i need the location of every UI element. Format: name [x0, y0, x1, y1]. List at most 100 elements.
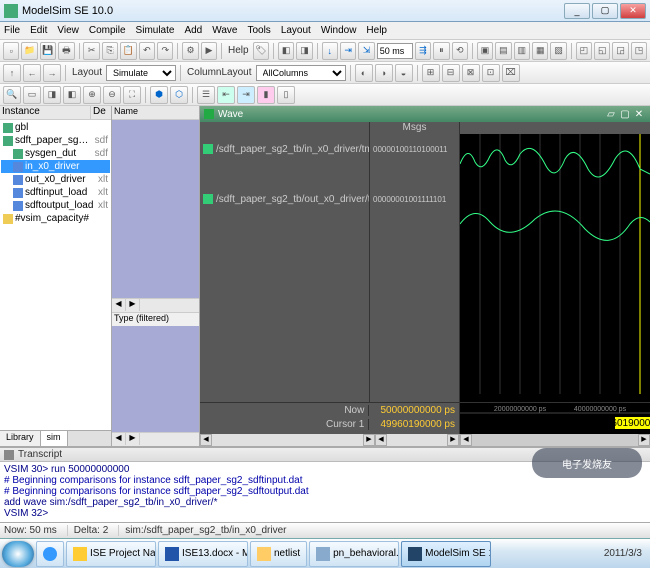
redo-button[interactable]: ↷ [157, 42, 173, 60]
wave-col-name[interactable] [200, 122, 370, 134]
menu-simulate[interactable]: Simulate [136, 25, 175, 36]
system-tray[interactable]: 2011/3/3 [598, 548, 648, 559]
run-time-input[interactable] [377, 43, 413, 59]
taskbar-item[interactable]: ISE13.docx - Mi... [158, 541, 248, 567]
type-scroll-left[interactable]: ◀ [112, 433, 126, 445]
signal-row[interactable]: /sdft_paper_sg2_tb/out_x0_driver/tmp_o [200, 184, 369, 214]
cut-button[interactable]: ✂ [83, 42, 99, 60]
menu-layout[interactable]: Layout [281, 25, 311, 36]
tab-sim[interactable]: sim [41, 431, 68, 446]
tb2-f[interactable]: ⊠ [462, 64, 480, 82]
up-button[interactable]: ↑ [3, 64, 21, 82]
paste-button[interactable]: 📋 [120, 42, 136, 60]
taskbar-item[interactable]: pn_behavioral.d... [309, 541, 399, 567]
menu-tools[interactable]: Tools [247, 25, 270, 36]
tb3-b[interactable]: ◨ [43, 86, 61, 104]
signal-row[interactable]: /sdft_paper_sg2_tb/in_x0_driver/tmp_o [200, 134, 369, 164]
find-button[interactable]: 🔍 [3, 86, 21, 104]
tree-item[interactable]: sdftoutput_loadxlt [1, 199, 110, 212]
close-button[interactable]: ✕ [620, 3, 646, 19]
zoom-out-button[interactable]: ⊖ [103, 86, 121, 104]
new-button[interactable]: ▫ [3, 42, 19, 60]
transcript-body[interactable]: VSIM 30> run 50000000000 # Beginning com… [0, 462, 650, 522]
taskbar-item[interactable]: ISE Project Nav... [66, 541, 156, 567]
type-scroll-right[interactable]: ▶ [126, 433, 140, 445]
open-button[interactable]: 📁 [21, 42, 37, 60]
plot-scrollbar[interactable] [472, 434, 638, 446]
columnlayout-select[interactable]: AllColumns [256, 65, 346, 81]
tb2-d[interactable]: ⊞ [422, 64, 440, 82]
layout-select[interactable]: Simulate [106, 65, 176, 81]
tb2-a[interactable]: ◐ [355, 64, 373, 82]
help-button[interactable]: 🏷 [253, 42, 269, 60]
wave-plot-area[interactable] [460, 134, 650, 402]
zoom-fit-button[interactable]: ⛶ [123, 86, 141, 104]
type-body[interactable] [112, 326, 199, 433]
plot-scroll-right[interactable]: ▶ [638, 434, 650, 446]
right-button[interactable]: → [43, 64, 61, 82]
taskbar-item[interactable]: ModelSim SE 10... [401, 541, 491, 567]
obj-scroll-left[interactable]: ◀ [112, 299, 126, 311]
tree-item[interactable]: sdftinput_loadxlt [1, 186, 110, 199]
plot-scroll-left[interactable]: ◀ [460, 434, 472, 446]
tree-item[interactable]: #vsim_capacity# [1, 212, 110, 225]
left-button[interactable]: ← [23, 64, 41, 82]
tb3-a[interactable]: ▭ [23, 86, 41, 104]
menu-wave[interactable]: Wave [212, 25, 237, 36]
start-button[interactable] [2, 541, 34, 567]
cursor-next-button[interactable]: ⇥ [237, 86, 255, 104]
col-design[interactable]: De [91, 106, 111, 119]
vals-scroll-left[interactable]: ◀ [375, 434, 387, 446]
instance-tree[interactable]: gblsdft_paper_sg2_tbsdfsysgen_dutsdfin_x… [0, 120, 111, 430]
wave-timeline[interactable]: 20000000000 ps 40000000000 ps 4996019000… [460, 403, 650, 434]
tb3-c[interactable]: ◧ [63, 86, 81, 104]
tree-item[interactable]: sdft_paper_sg2_tbsdf [1, 134, 110, 147]
tb-c4[interactable]: ▦ [532, 42, 548, 60]
vals-scroll-right[interactable]: ▶ [447, 434, 459, 446]
wave-undock-button[interactable]: ▱ [604, 109, 618, 120]
tb-d3[interactable]: ◲ [612, 42, 628, 60]
run-button[interactable]: ↓ [322, 42, 338, 60]
tree-item[interactable]: in_x0_driver [1, 160, 110, 173]
tb3-d[interactable]: ▯ [277, 86, 295, 104]
names-scroll-right[interactable]: ▶ [363, 434, 375, 446]
step-over-button[interactable]: ⇲ [358, 42, 374, 60]
tb2-e[interactable]: ⊟ [442, 64, 460, 82]
wave-col-msgs[interactable]: Msgs [370, 122, 460, 134]
cursor-label[interactable]: Cursor 1 [200, 419, 369, 430]
taskbar-item[interactable]: netlist [250, 541, 307, 567]
cursor-prev-button[interactable]: ⇤ [217, 86, 235, 104]
wave-close-button[interactable]: ✕ [632, 109, 646, 120]
zoom-in-button[interactable]: ⊕ [83, 86, 101, 104]
wave-max-button[interactable]: ▢ [618, 109, 632, 120]
objects-body[interactable] [112, 120, 199, 298]
tb2-b[interactable]: ◑ [375, 64, 393, 82]
tb2-c[interactable]: ◒ [395, 64, 413, 82]
tb-d1[interactable]: ◰ [576, 42, 592, 60]
type-filter[interactable]: Type (filtered) [112, 312, 199, 326]
wave-signal-names[interactable]: /sdft_paper_sg2_tb/in_x0_driver/tmp_o /s… [200, 134, 370, 402]
tb-c3[interactable]: ▥ [514, 42, 530, 60]
undo-button[interactable]: ↶ [139, 42, 155, 60]
tb-a[interactable]: ◧ [278, 42, 294, 60]
run-all-button[interactable]: ⇶ [415, 42, 431, 60]
break-button[interactable]: ⏸ [433, 42, 449, 60]
tree-item[interactable]: sysgen_dutsdf [1, 147, 110, 160]
tb-c1[interactable]: ▣ [477, 42, 493, 60]
step-button[interactable]: ⇥ [340, 42, 356, 60]
col-instance[interactable]: Instance [0, 106, 91, 119]
tree-item[interactable]: gbl [1, 121, 110, 134]
tb-d4[interactable]: ◳ [631, 42, 647, 60]
menu-window[interactable]: Window [321, 25, 357, 36]
print-button[interactable]: 🖶 [58, 42, 74, 60]
minimize-button[interactable]: _ [564, 3, 590, 19]
menu-file[interactable]: File [4, 25, 20, 36]
copy-button[interactable]: ⎘ [102, 42, 118, 60]
tb2-h[interactable]: ⌧ [502, 64, 520, 82]
dataflow-button[interactable]: ⬡ [170, 86, 188, 104]
menu-view[interactable]: View [57, 25, 79, 36]
sel-button[interactable]: ▮ [257, 86, 275, 104]
tab-library[interactable]: Library [0, 431, 41, 446]
tree-item[interactable]: out_x0_driverxlt [1, 173, 110, 186]
save-button[interactable]: 💾 [40, 42, 56, 60]
